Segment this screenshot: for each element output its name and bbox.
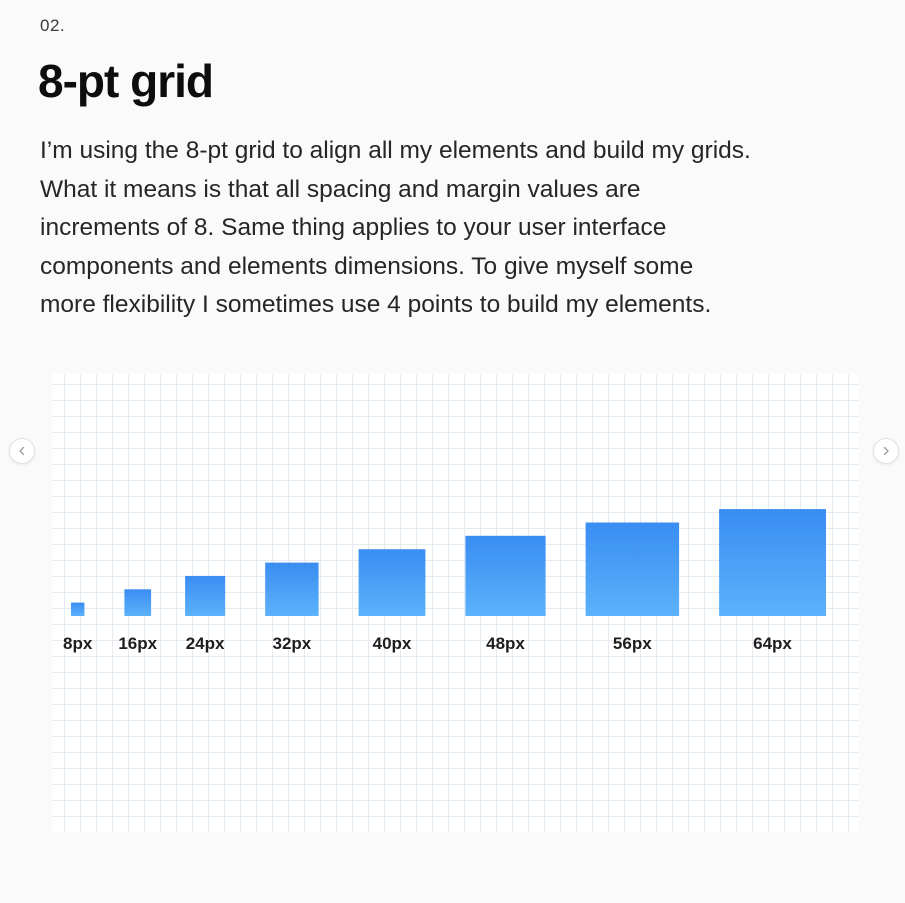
size-label: 56px: [613, 634, 652, 653]
chevron-left-icon[interactable]: [9, 438, 35, 464]
grid-illustration: 8px 16px 24px 32px 40px 48px 56px 64px: [52, 374, 858, 832]
size-label: 24px: [186, 634, 225, 653]
size-label: 64px: [753, 634, 792, 653]
square-48px: [465, 535, 546, 616]
grid-squares-chart: 8px 16px 24px 32px 40px 48px 56px 64px: [63, 509, 826, 653]
chevron-right-icon[interactable]: [873, 438, 899, 464]
square-16px: [124, 589, 152, 616]
body-line: more flexibility I sometimes use 4 point…: [40, 291, 712, 318]
size-label: 32px: [273, 634, 312, 653]
square-40px: [358, 549, 426, 616]
size-label: 8px: [63, 634, 93, 653]
body-text: I’m using the 8-pt grid to align all my …: [40, 132, 880, 325]
body-line: What it means is that all spacing and ma…: [40, 175, 641, 203]
page-title: 8-pt grid: [38, 55, 214, 107]
body-line: increments of 8. Same thing applies to y…: [40, 214, 667, 241]
slide-number: 02.: [40, 16, 66, 35]
size-label: 40px: [373, 634, 412, 653]
square-32px: [265, 562, 319, 616]
square-56px: [585, 522, 680, 616]
size-label: 48px: [486, 634, 525, 653]
square-8px: [71, 602, 85, 616]
body-line: components and elements dimensions. To g…: [40, 252, 694, 280]
square-24px: [185, 575, 226, 616]
size-label: 16px: [118, 634, 157, 653]
square-64px: [719, 509, 826, 616]
body-line: I’m using the 8-pt grid to align all my …: [40, 137, 751, 164]
